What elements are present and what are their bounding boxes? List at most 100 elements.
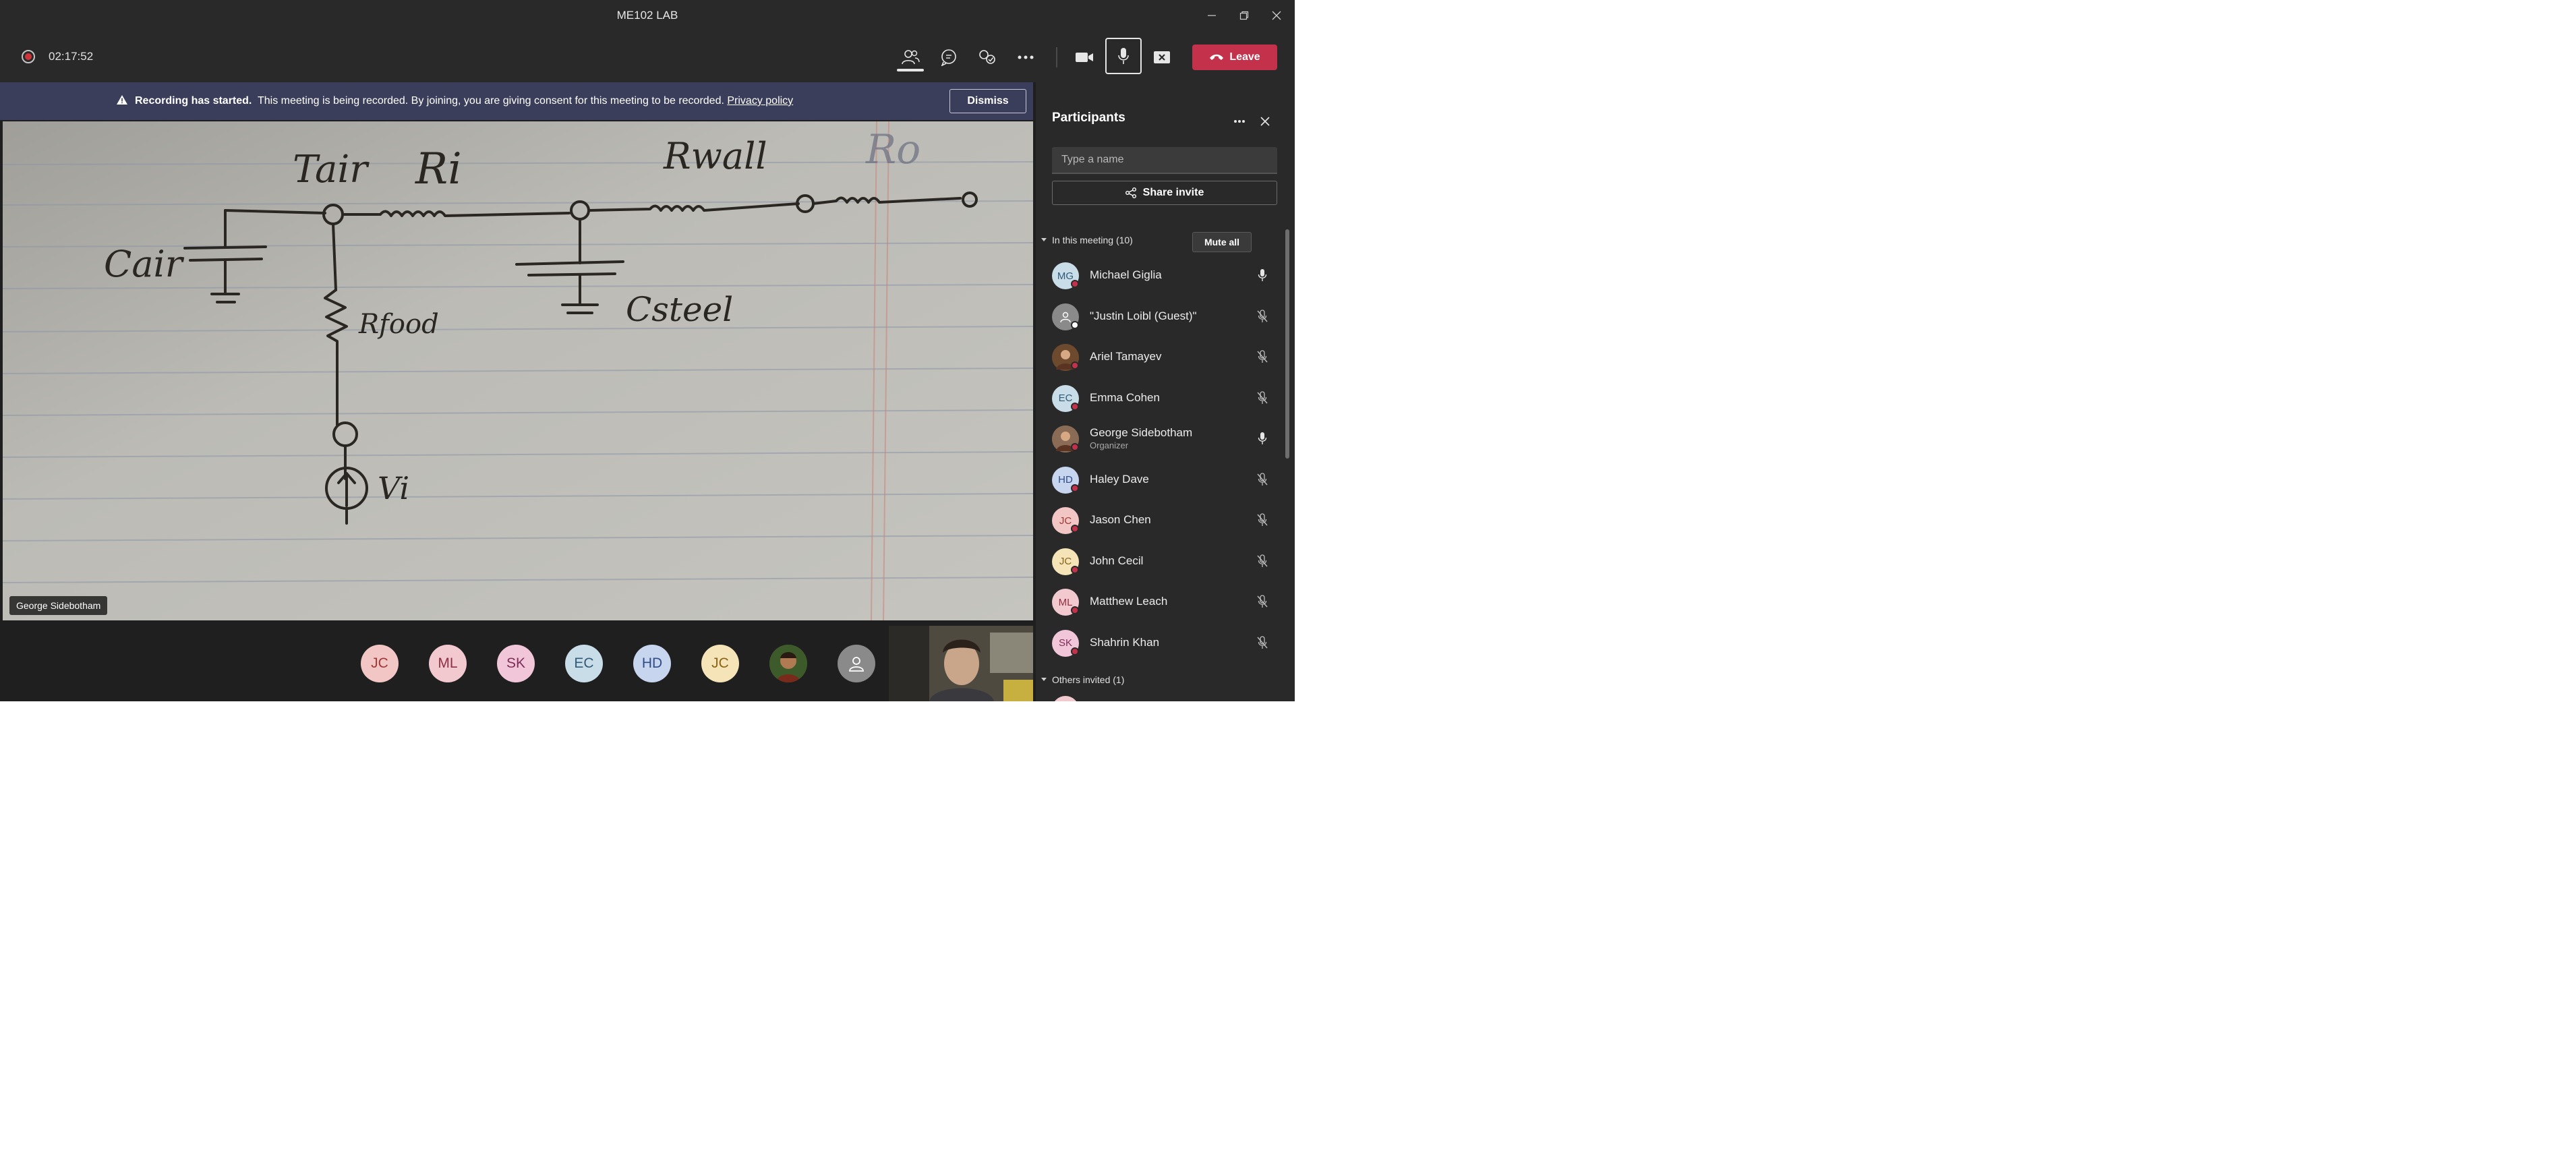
meeting-toolbar: 02:17:52 Leave xyxy=(0,31,1295,82)
active-tab-indicator xyxy=(897,69,924,71)
participant-name: Ariel Tamayev xyxy=(1090,350,1162,363)
leave-button[interactable]: Leave xyxy=(1192,45,1277,70)
chat-icon[interactable] xyxy=(935,43,963,71)
recording-timer: 02:17:52 xyxy=(49,50,94,63)
mic-muted-icon xyxy=(1254,512,1270,528)
title-bar: ME102 LAB xyxy=(0,0,1295,31)
share-invite-button[interactable]: Share invite xyxy=(1052,181,1277,205)
mic-muted-icon xyxy=(1254,349,1270,365)
presence-status-icon xyxy=(1071,606,1079,614)
presence-status-icon xyxy=(1071,443,1079,451)
share-invite-label: Share invite xyxy=(1142,187,1204,198)
participant-row[interactable]: JC Jason Chen xyxy=(1052,501,1268,539)
speaker-name-tag: George Sidebotham xyxy=(9,596,108,615)
participant-row[interactable]: Ariel Tamayev xyxy=(1052,338,1268,376)
share-icon xyxy=(1125,187,1136,198)
whiteboard-sketch: Tair Ri Rwall Ro Cair Rfood Csteel Vi xyxy=(3,121,1033,620)
mic-icon[interactable] xyxy=(1105,38,1142,74)
mic-muted-icon xyxy=(1254,635,1270,651)
participant-name: Shahrin Khan xyxy=(1090,635,1160,649)
presence-status-icon xyxy=(1071,647,1079,655)
restore-icon[interactable] xyxy=(1229,0,1260,31)
participant-avatar[interactable]: HD xyxy=(633,645,671,682)
participants-panel: Participants Share invite In this meetin… xyxy=(1036,82,1295,701)
participant-role: Organizer xyxy=(1090,440,1129,450)
presence-status-icon xyxy=(1071,484,1079,492)
participant-name: George Sidebotham xyxy=(1090,426,1193,439)
banner-title: Recording has started. xyxy=(135,95,252,107)
presence-status-icon xyxy=(1071,320,1079,329)
sketch-label: Rwall xyxy=(663,135,767,177)
mic-muted-icon xyxy=(1254,390,1270,406)
privacy-policy-link[interactable]: Privacy policy xyxy=(727,95,793,107)
participant-name: Matthew Leach xyxy=(1090,595,1168,608)
close-icon[interactable] xyxy=(1261,0,1292,31)
participant-avatar[interactable]: SK xyxy=(497,645,535,682)
participant-avatar[interactable]: ML xyxy=(429,645,467,682)
chevron-down-icon xyxy=(1041,678,1047,681)
people-icon[interactable] xyxy=(896,43,925,71)
presence-status-icon xyxy=(1071,565,1079,574)
dismiss-button[interactable]: Dismiss xyxy=(949,89,1026,113)
participant-name: Emma Cohen xyxy=(1090,390,1160,404)
main-video-stage: Tair Ri Rwall Ro Cair Rfood Csteel Vi xyxy=(3,121,1033,620)
more-options-icon[interactable] xyxy=(1227,111,1252,132)
more-icon[interactable] xyxy=(1012,43,1040,71)
participant-row[interactable]: "Justin Loibl (Guest)" xyxy=(1052,297,1268,335)
person-icon xyxy=(849,657,864,672)
video-strip: JC ML SK EC HD JC xyxy=(0,622,1033,701)
minimize-icon[interactable] xyxy=(1196,0,1227,31)
camera-icon[interactable] xyxy=(1070,43,1099,71)
participant-row[interactable]: ML Matthew Leach xyxy=(1052,583,1268,620)
banner-message: This meeting is being recorded. By joini… xyxy=(257,95,724,107)
chevron-down-icon xyxy=(1041,238,1047,241)
panel-title: Participants xyxy=(1052,111,1125,125)
participant-name: Jason Chen xyxy=(1090,513,1151,526)
sketch-label: Ro xyxy=(865,126,920,173)
presence-status-icon xyxy=(1071,525,1079,533)
participant-name: "Justin Loibl (Guest)" xyxy=(1090,309,1197,322)
participant-avatar[interactable]: JC xyxy=(701,645,739,682)
toolbar-separator xyxy=(1056,47,1057,67)
presence-status-icon xyxy=(1071,361,1079,370)
teams-meeting-window: ME102 LAB 02:17:52 Leave Recording has s… xyxy=(0,0,1295,701)
mute-all-button[interactable]: Mute all xyxy=(1192,232,1252,252)
participant-avatar[interactable]: JC xyxy=(361,645,399,682)
panel-scrollbar[interactable] xyxy=(1285,229,1289,459)
participant-row[interactable]: SK Shahrin Khan xyxy=(1052,624,1268,662)
in-meeting-label: In this meeting (10) xyxy=(1052,235,1133,245)
participant-photo-avatar[interactable] xyxy=(769,645,807,682)
participant-row[interactable]: George Sidebotham Organizer xyxy=(1052,419,1268,457)
others-invited-section-toggle[interactable]: Others invited (1) xyxy=(1041,674,1124,685)
participant-name: Haley Dave xyxy=(1090,472,1149,486)
participant-name: John Cecil xyxy=(1090,554,1144,567)
leave-label: Leave xyxy=(1229,51,1260,63)
participant-row[interactable]: JC John Cecil xyxy=(1052,542,1268,580)
sketch-label: Cair xyxy=(104,243,185,285)
window-title: ME102 LAB xyxy=(616,9,678,22)
banner-text: Recording has started. This meeting is b… xyxy=(116,93,793,109)
others-invited-label: Others invited (1) xyxy=(1052,674,1125,685)
share-screen-icon[interactable] xyxy=(1148,43,1176,71)
participant-row[interactable]: HD Haley Dave xyxy=(1052,461,1268,498)
in-meeting-section-toggle[interactable]: In this meeting (10) xyxy=(1041,235,1133,245)
self-view-video xyxy=(889,626,1033,701)
mic-muted-icon xyxy=(1254,471,1270,488)
sketch-label: Vi xyxy=(378,470,409,506)
close-panel-icon[interactable] xyxy=(1254,111,1276,132)
participant-name: Michael Giglia xyxy=(1090,268,1162,281)
raise-hand-icon[interactable] xyxy=(973,43,1001,71)
sketch-label: Tair xyxy=(293,148,370,192)
mic-muted-icon xyxy=(1254,308,1270,324)
hang-up-icon xyxy=(1210,54,1224,60)
mic-muted-icon xyxy=(1254,553,1270,569)
presence-status-icon xyxy=(1071,402,1079,411)
mic-on-icon xyxy=(1254,267,1270,283)
mic-muted-icon xyxy=(1254,593,1270,610)
participant-row[interactable]: EC Emma Cohen xyxy=(1052,379,1268,417)
mic-on-icon xyxy=(1254,430,1270,446)
guest-avatar[interactable] xyxy=(838,645,875,682)
participant-row[interactable]: MG Michael Giglia xyxy=(1052,256,1268,294)
participant-avatar[interactable]: EC xyxy=(565,645,603,682)
search-participants-input[interactable] xyxy=(1052,147,1277,174)
